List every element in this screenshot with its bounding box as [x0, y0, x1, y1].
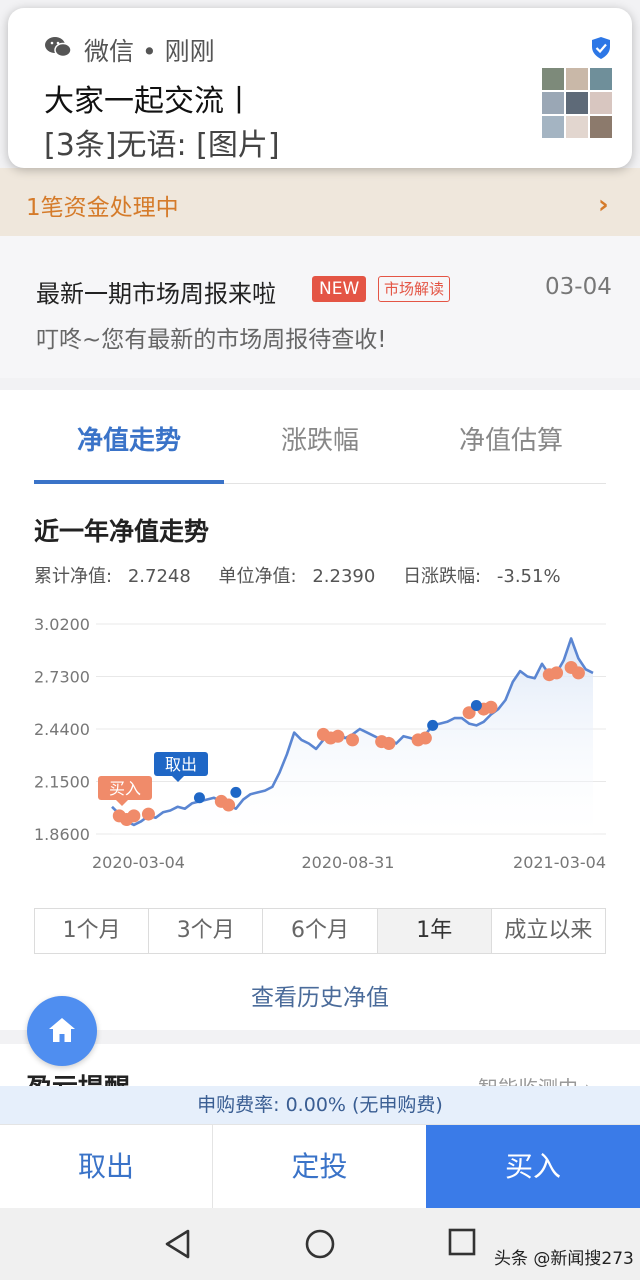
buy-marker — [222, 798, 236, 812]
buy-marker — [571, 666, 585, 680]
home-button[interactable] — [27, 996, 97, 1066]
sell-marker — [427, 719, 439, 731]
report-date: 03-04 — [545, 274, 612, 300]
range-since-inception[interactable]: 成立以来 — [492, 909, 605, 953]
x-tick-label: 2020-03-04 — [92, 853, 185, 872]
cumulative-nav-label: 累计净值: — [34, 566, 113, 587]
buy-marker — [484, 700, 498, 714]
range-selector: 1个月 3个月 6个月 1年 成立以来 — [34, 908, 606, 954]
range-1-month[interactable]: 1个月 — [35, 909, 150, 953]
purchase-fee-bar: 申购费率: 0.00% (无申购费) — [0, 1086, 640, 1124]
buy-marker — [141, 807, 155, 821]
chevron-right-icon: › — [598, 190, 609, 220]
history-nav-link[interactable]: 查看历史净值 — [0, 978, 640, 1012]
new-badge: NEW — [312, 276, 367, 302]
y-tick-label: 2.7300 — [34, 668, 90, 687]
system-navigation-bar: 头条 @新闻搜273 — [0, 1208, 640, 1280]
nav-metrics: 累计净值: 2.7248 单位净值: 2.2390 日涨跌幅: -3.51% — [34, 562, 561, 588]
x-tick-label: 2020-08-31 — [302, 853, 395, 872]
profit-alert-section[interactable]: 盈亏提醒 智能监测中 › — [0, 1044, 640, 1086]
unit-nav-value: 2.2390 — [312, 566, 376, 587]
sell-marker — [193, 792, 205, 804]
profit-alert-title: 盈亏提醒 — [26, 1068, 130, 1086]
nav-line-chart[interactable]: 3.0200 2.7300 2.4400 2.1500 1.8600 2020-03-0… — [0, 604, 640, 894]
sell-marker — [230, 786, 242, 798]
sell-marker — [470, 699, 482, 711]
notification-app-line: 微信 • 刚刚 — [84, 32, 215, 68]
active-tab-underline — [34, 480, 224, 484]
range-1-year[interactable]: 1年 — [377, 909, 492, 953]
wechat-icon — [45, 37, 72, 58]
notification-separator: • — [141, 37, 157, 66]
notification-time: 刚刚 — [164, 37, 215, 66]
buy-marker — [127, 809, 141, 823]
smart-monitoring-status: 智能监测中 › — [478, 1072, 592, 1086]
tab-nav-estimate[interactable]: 净值估算 — [416, 420, 606, 457]
home-icon — [49, 1018, 75, 1042]
funds-processing-bar[interactable]: 1笔资金处理中 › — [0, 168, 640, 236]
y-tick-label: 2.1500 — [34, 773, 90, 792]
home-circle-icon[interactable] — [304, 1228, 336, 1260]
daily-change-value: -3.51% — [496, 566, 561, 587]
cumulative-nav-value: 2.7248 — [127, 566, 191, 587]
sell-button[interactable]: 取出 — [0, 1125, 213, 1208]
buy-marker — [418, 731, 432, 745]
y-tick-label: 3.0200 — [34, 615, 90, 634]
auto-invest-button[interactable]: 定投 — [213, 1125, 426, 1208]
x-tick-label: 2021-03-04 — [513, 853, 606, 872]
notification-message: [3条]无语: [图片] — [44, 128, 280, 163]
daily-change-label: 日涨跌幅: — [403, 566, 482, 587]
group-avatar — [542, 68, 612, 138]
report-subtitle: 叮咚~您有最新的市场周报待查收! — [36, 327, 387, 353]
sell-callout-text: 取出 — [165, 755, 197, 774]
tab-change-rate[interactable]: 涨跌幅 — [225, 420, 415, 457]
chart-tabs: 净值走势 涨跌幅 净值估算 — [34, 408, 606, 484]
back-icon[interactable] — [163, 1228, 193, 1260]
range-3-months[interactable]: 3个月 — [149, 909, 264, 953]
bottom-action-bar: 取出 定投 买入 — [0, 1124, 640, 1208]
funds-processing-text: 1笔资金处理中 — [26, 195, 179, 221]
section-title: 近一年净值走势 — [34, 517, 210, 546]
notification-app-name: 微信 — [84, 37, 135, 66]
unit-nav-label: 单位净值: — [218, 566, 297, 587]
buy-button[interactable]: 买入 — [426, 1125, 640, 1208]
buy-callout-text: 买入 — [109, 779, 141, 798]
verified-shield-icon — [592, 37, 610, 59]
buy-callout-pointer — [116, 800, 128, 806]
buy-marker — [382, 736, 396, 750]
buy-marker — [331, 729, 345, 743]
y-tick-label: 1.8600 — [34, 825, 90, 844]
market-report-banner[interactable]: 最新一期市场周报来啦 NEW 市场解读 03-04 叮咚~您有最新的市场周报待查… — [0, 236, 640, 378]
market-analysis-tag: 市场解读 — [378, 276, 451, 302]
notification-title: 大家一起交流丨 — [44, 84, 254, 119]
buy-marker — [346, 733, 359, 747]
recent-apps-icon[interactable] — [448, 1228, 476, 1256]
nav-trend-card: 净值走势 涨跌幅 净值估算 近一年净值走势 累计净值: 2.7248 单位净值:… — [0, 390, 640, 1030]
wechat-notification[interactable]: 微信 • 刚刚 大家一起交流丨 [3条]无语: [图片] — [8, 8, 632, 168]
report-title: 最新一期市场周报来啦 — [36, 280, 276, 308]
y-tick-label: 2.4400 — [34, 720, 90, 739]
tab-nav-trend[interactable]: 净值走势 — [34, 420, 224, 457]
buy-marker — [550, 666, 564, 680]
range-6-months[interactable]: 6个月 — [263, 909, 378, 953]
watermark: 头条 @新闻搜273 — [494, 1249, 634, 1269]
